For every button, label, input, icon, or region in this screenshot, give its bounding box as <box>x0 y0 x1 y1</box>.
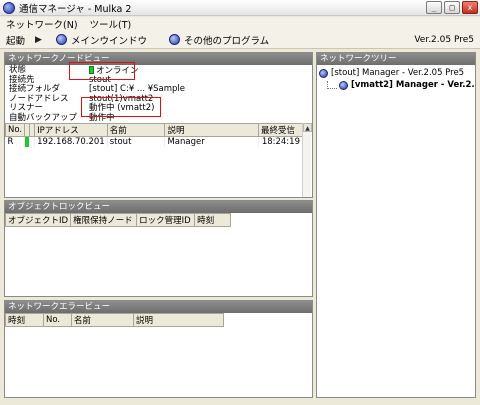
table-header: オブジェクトID 権限保持ノード ロック管理ID 時刻 <box>5 213 232 227</box>
other-programs-button[interactable]: その他のプログラム <box>168 33 270 47</box>
toolbar: 起動 ▶ メインウインドウ その他のプログラム Ver.2.05 Pre5 <box>0 31 480 49</box>
start-label: 起動 <box>6 35 26 47</box>
highlight-box-status <box>69 62 135 80</box>
title-bar: 通信マネージャ - Mulka 2 _ □ x <box>0 0 480 16</box>
tree-item-root[interactable]: [stout] Manager - Ver.2.05 Pre5 <box>319 67 475 79</box>
menu-tools[interactable]: ツール(T) <box>84 17 138 31</box>
scroll-up-icon[interactable]: ▲ <box>303 123 312 132</box>
info-row-status: 状態 オンライン <box>9 65 139 76</box>
tree-view-pane: ネットワークツリー [stout] Manager - Ver.2.05 Pre… <box>316 52 476 398</box>
version-label: Ver.2.05 Pre5 <box>414 35 474 45</box>
tree-view-title: ネットワークツリー <box>317 53 475 65</box>
app-icon <box>3 1 15 14</box>
window-title: 通信マネージャ - Mulka 2 <box>19 3 132 15</box>
menu-network[interactable]: ネットワーク(N) <box>0 17 84 31</box>
table-header: No. IPアドレス 名前 説明 最終受信 <box>5 123 304 137</box>
window-controls: _ □ x <box>426 1 478 14</box>
child-node-icon <box>339 80 348 90</box>
tree-connector <box>327 81 337 89</box>
tree-item-child[interactable]: [vmatt2] Manager - Ver.2.05 <box>319 79 475 91</box>
lock-view-pane: オブジェクトロックビュー オブジェクトID 権限保持ノード ロック管理ID 時刻 <box>4 200 313 297</box>
node-table: No. IPアドレス 名前 説明 最終受信 R 192.168.70.201 s… <box>5 123 304 147</box>
node-view-pane: ネットワークノードビュー 状態 オンライン 接続先 stout 接続フォルダ [… <box>4 52 313 198</box>
close-button[interactable]: x <box>462 1 478 14</box>
table-header: 時刻 No. 名前 説明 <box>5 313 224 327</box>
menu-bar: ネットワーク(N) ツール(T) <box>0 17 480 31</box>
error-view-pane: ネットワークエラービュー 時刻 No. 名前 説明 <box>4 300 313 398</box>
other-programs-label: その他のプログラム <box>183 35 270 47</box>
other-programs-icon <box>168 34 180 45</box>
highlight-box-listener <box>81 97 161 117</box>
maximize-button[interactable]: □ <box>444 1 460 14</box>
lock-view-title: オブジェクトロックビュー <box>5 201 312 213</box>
table-row[interactable]: R 192.168.70.201 stout Manager 18:24:19 <box>5 136 304 147</box>
node-view-title: ネットワークノードビュー <box>5 53 312 65</box>
node-table-scrollbar[interactable]: ▲ <box>302 123 312 197</box>
minimize-button[interactable]: _ <box>426 1 442 14</box>
main-window-label: メインウインドウ <box>70 35 147 47</box>
error-view-title: ネットワークエラービュー <box>5 301 312 313</box>
error-table: 時刻 No. 名前 説明 <box>5 313 224 327</box>
network-tree: [stout] Manager - Ver.2.05 Pre5 [vmatt2]… <box>317 65 475 91</box>
main-window-button[interactable]: メインウインドウ <box>55 33 147 47</box>
main-window-icon <box>55 34 67 45</box>
manager-node-icon <box>319 68 328 78</box>
lock-table: オブジェクトID 権限保持ノード ロック管理ID 時刻 <box>5 213 232 227</box>
play-icon[interactable]: ▶ <box>35 35 42 45</box>
